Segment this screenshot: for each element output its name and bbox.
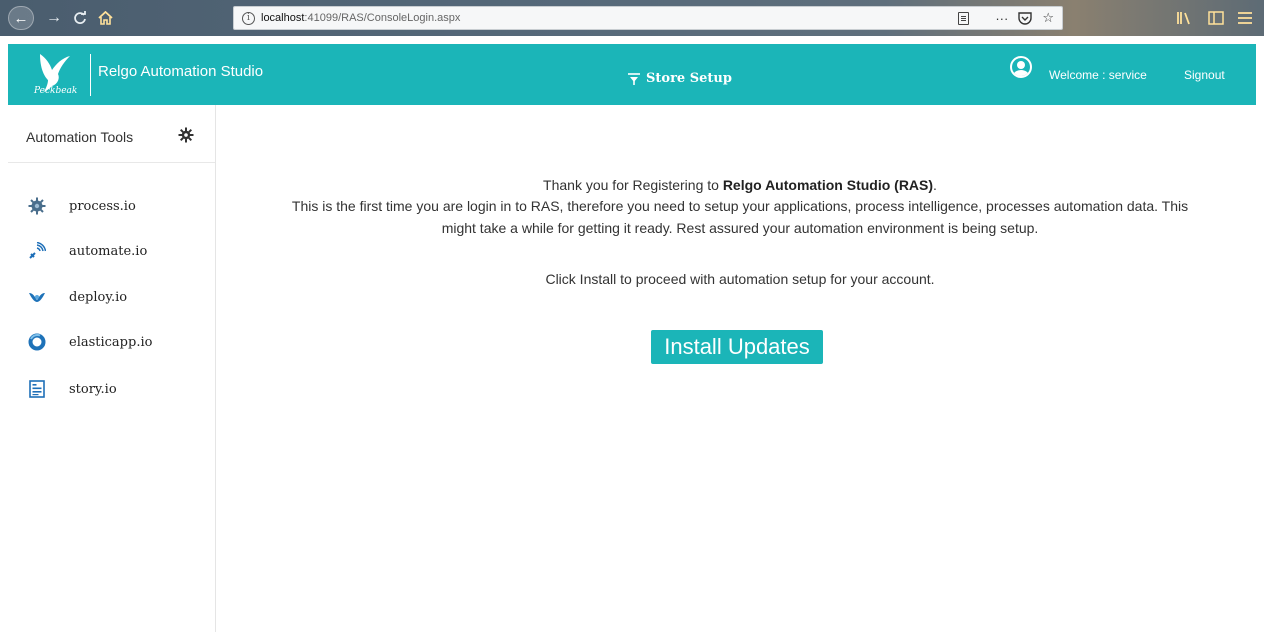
ring-icon xyxy=(28,333,46,351)
sidebar-title: Automation Tools xyxy=(26,129,134,145)
setup-message-line-1: This is the first time you are login in … xyxy=(291,198,1189,214)
thank-product-name: Relgo Automation Studio (RAS) xyxy=(722,177,934,193)
sidebar-item-label: elasticapp.io xyxy=(69,334,153,350)
reload-button[interactable] xyxy=(70,0,90,36)
url-path: :41099/RAS/ConsoleLogin.aspx xyxy=(304,12,461,24)
logo-divider xyxy=(90,54,91,96)
deploy-icon xyxy=(28,288,46,306)
thank-prefix: Thank you for Registering to xyxy=(543,177,723,193)
forward-button[interactable]: → xyxy=(44,0,64,36)
welcome-text: Welcome : service xyxy=(1049,68,1147,82)
sidebar-item-label: story.io xyxy=(69,381,117,397)
logo-text: Peckbeak xyxy=(34,86,78,96)
sidebar-item-deploy[interactable]: deploy.io xyxy=(8,282,215,312)
sidebar-item-elasticapp[interactable]: elasticapp.io xyxy=(8,327,215,357)
sidebar-item-label: process.io xyxy=(69,198,136,214)
gear-cluster-icon xyxy=(28,197,46,215)
address-bar[interactable]: i localhost:41099/RAS/ConsoleLogin.aspx … xyxy=(233,6,1063,30)
home-icon xyxy=(97,11,113,25)
pocket-icon[interactable] xyxy=(1018,11,1033,25)
signout-link[interactable]: Signout xyxy=(1184,68,1225,82)
user-avatar-icon[interactable] xyxy=(1010,56,1032,78)
sidebar-item-label: deploy.io xyxy=(69,289,128,305)
document-icon xyxy=(28,380,46,398)
sidebar-toggle-icon[interactable] xyxy=(1208,11,1224,25)
download-icon xyxy=(628,72,640,85)
sidebar-item-label: automate.io xyxy=(69,243,148,259)
main-content: Thank you for Registering to Relgo Autom… xyxy=(216,105,1264,632)
sidebar-item-story[interactable]: story.io xyxy=(8,374,215,404)
store-setup-label: Store Setup xyxy=(646,71,732,86)
page-actions-icon[interactable]: ··· xyxy=(995,11,1008,26)
bookmark-star-icon[interactable]: ☆ xyxy=(1042,10,1054,26)
url-host: localhost xyxy=(261,12,305,24)
install-updates-button[interactable]: Install Updates xyxy=(651,330,823,364)
reload-icon xyxy=(74,11,86,24)
sidebar-header: Automation Tools xyxy=(8,105,215,163)
app-title[interactable]: Relgo Automation Studio xyxy=(98,63,263,80)
store-setup-link[interactable]: Store Setup xyxy=(628,71,732,86)
install-instruction: Click Install to proceed with automation… xyxy=(545,271,935,287)
library-icon[interactable] xyxy=(1176,11,1194,25)
setup-message-line-2: might take a while for getting it ready.… xyxy=(441,220,1039,236)
sidebar: Automation Tools process.io automate.io … xyxy=(8,105,216,632)
home-button[interactable] xyxy=(94,0,116,36)
thank-you-message: Thank you for Registering to Relgo Autom… xyxy=(216,177,1264,193)
gear-icon[interactable] xyxy=(178,127,194,143)
browser-toolbar: ← → i localhost:41099/RAS/ConsoleLogin.a… xyxy=(0,0,1264,36)
back-button[interactable]: ← xyxy=(8,6,34,30)
app-header: Peckbeak Relgo Automation Studio Store S… xyxy=(8,44,1256,105)
reader-view-icon[interactable] xyxy=(958,11,970,25)
menu-icon[interactable] xyxy=(1238,12,1252,24)
signal-icon xyxy=(28,242,46,260)
info-icon[interactable]: i xyxy=(242,11,255,25)
sidebar-item-automate[interactable]: automate.io xyxy=(8,236,215,266)
sidebar-item-process[interactable]: process.io xyxy=(8,191,215,221)
thank-suffix: . xyxy=(933,177,937,193)
